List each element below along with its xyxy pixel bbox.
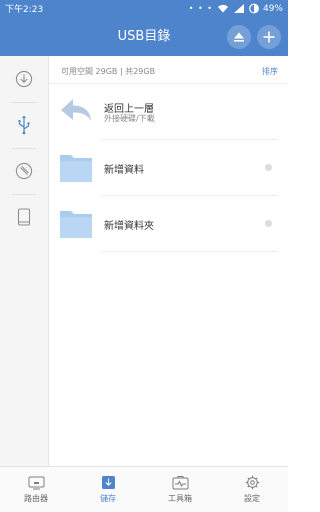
nav-label: 路由器 [24, 494, 48, 503]
eject-icon [234, 32, 244, 42]
file-browser: 可用空間 29GB | 共29GB 排序 返回上一層 外接硬碟/下載 新增資料 … [49, 56, 288, 466]
select-dot[interactable] [265, 220, 272, 227]
no-entry-icon [15, 162, 33, 180]
storage-info: 可用空間 29GB | 共29GB [61, 66, 156, 76]
side-rail [0, 56, 49, 466]
nav-label: 儲存 [100, 494, 116, 503]
nav-router[interactable]: 路由器 [0, 467, 72, 512]
signal-icon [233, 4, 244, 13]
folder-icon [60, 211, 92, 238]
nav-label: 工具箱 [168, 494, 192, 503]
nav-label: 設定 [244, 494, 260, 503]
select-dot[interactable] [265, 164, 272, 171]
bottom-nav: 路由器 儲存 工具箱 設定 [0, 466, 288, 512]
nav-storage[interactable]: 儲存 [72, 467, 144, 512]
status-time: 下午2:23 [5, 5, 44, 15]
tablet-icon [17, 208, 31, 226]
folder-icon [60, 155, 92, 182]
toolbox-icon [172, 476, 188, 490]
app-header: USB目錄 [0, 17, 288, 56]
download-circle-icon [15, 70, 33, 88]
rail-item-usb[interactable] [0, 102, 48, 148]
rail-item-device[interactable] [0, 194, 48, 240]
file-row[interactable]: 新增資料 [49, 140, 288, 196]
back-arrow-icon [61, 99, 91, 121]
router-icon [28, 476, 44, 490]
status-bar: 下午2:23 • • • 49% [0, 0, 288, 17]
plus-icon [263, 31, 275, 43]
status-dots: • • • [188, 4, 213, 13]
storage-icon [101, 476, 115, 489]
status-indicators: • • • 49% [189, 3, 283, 14]
sort-button[interactable]: 排序 [262, 66, 278, 77]
nav-toolbox[interactable]: 工具箱 [144, 467, 216, 512]
rail-item-blocked[interactable] [0, 148, 48, 194]
battery-icon [249, 3, 259, 14]
gear-icon [245, 475, 259, 490]
wifi-icon [217, 4, 228, 13]
rail-item-downloads[interactable] [0, 56, 48, 102]
row-divider [102, 251, 278, 252]
file-path: 外接硬碟/下載 [104, 114, 155, 123]
eject-button[interactable] [227, 25, 251, 49]
add-button[interactable] [257, 25, 281, 49]
nav-settings[interactable]: 設定 [216, 467, 288, 512]
file-row-back[interactable]: 返回上一層 外接硬碟/下載 [49, 84, 288, 140]
battery-percent: 49% [262, 3, 283, 14]
file-name: 新增資料 [104, 165, 144, 176]
usb-icon [18, 115, 30, 135]
file-row[interactable]: 新增資料夾 [49, 196, 288, 252]
storage-info-row: 可用空間 29GB | 共29GB 排序 [61, 64, 278, 78]
file-name: 新增資料夾 [104, 221, 154, 232]
